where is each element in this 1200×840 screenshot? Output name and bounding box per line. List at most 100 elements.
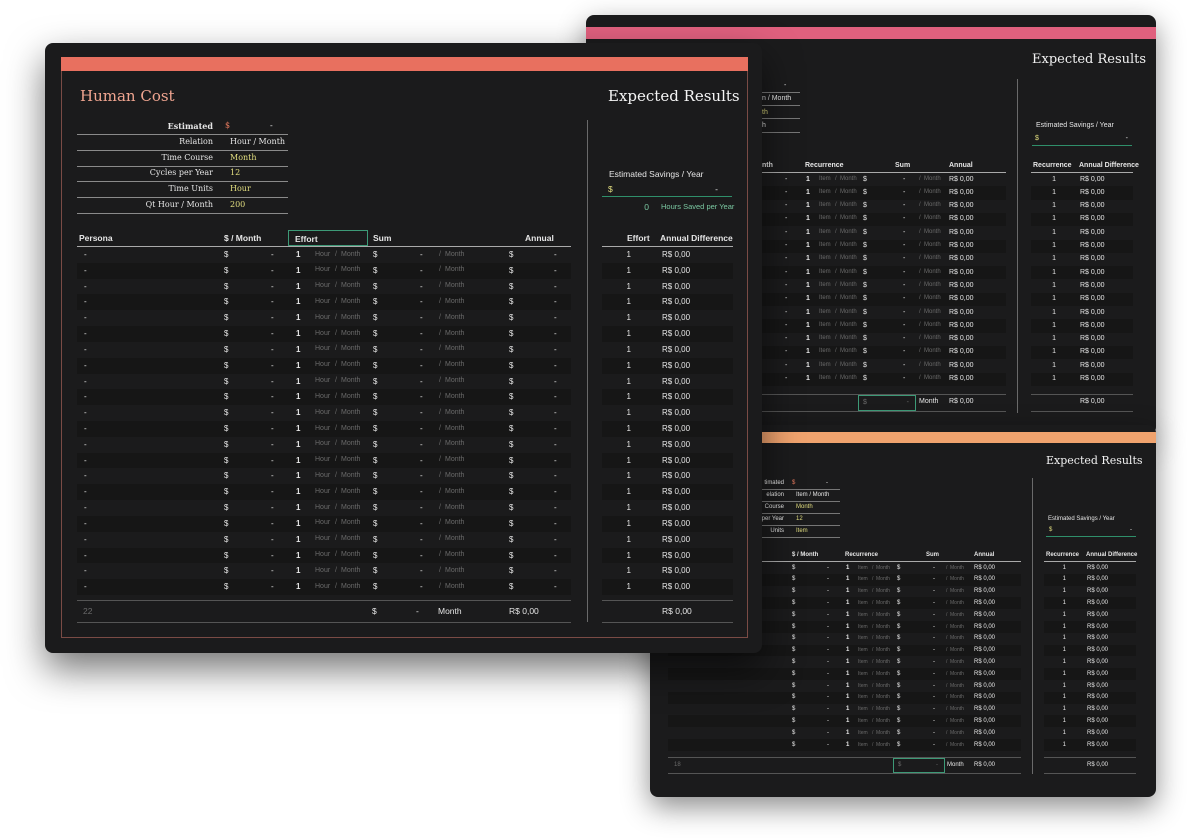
cost-cell[interactable]: -	[827, 683, 829, 689]
param-value[interactable]: Item	[796, 528, 808, 534]
param-value[interactable]: -	[270, 121, 273, 130]
effort-cell[interactable]: 1	[296, 424, 300, 433]
recurrence-cell[interactable]: 1	[806, 176, 810, 183]
effort-cell[interactable]: 1	[296, 471, 300, 480]
effort-cell[interactable]: 1	[296, 377, 300, 386]
cost-cell[interactable]: -	[785, 202, 787, 209]
cost-cell[interactable]: -	[785, 362, 787, 369]
effort-cell[interactable]: 1	[296, 440, 300, 449]
cost-cell[interactable]: -	[271, 566, 274, 575]
persona-cell[interactable]: -	[84, 377, 87, 386]
recurrence-cell[interactable]: 1	[846, 683, 849, 689]
sum-total-input[interactable]: $ -	[893, 758, 945, 773]
effort-cell[interactable]: 1	[296, 297, 300, 306]
recurrence-cell[interactable]: 1	[806, 335, 810, 342]
param-value[interactable]: Hour / Month	[230, 137, 285, 146]
effort-cell[interactable]: 1	[296, 456, 300, 465]
cost-cell[interactable]: -	[271, 503, 274, 512]
recurrence-cell[interactable]: 1	[846, 588, 849, 594]
cost-cell[interactable]: -	[271, 535, 274, 544]
recurrence-cell[interactable]: 1	[846, 671, 849, 677]
persona-cell[interactable]: -	[84, 487, 87, 496]
effort-cell[interactable]: 1	[296, 313, 300, 322]
persona-cell[interactable]: -	[84, 297, 87, 306]
recurrence-cell[interactable]: 1	[806, 295, 810, 302]
cost-cell[interactable]: -	[785, 375, 787, 382]
savings-input[interactable]: $ -	[602, 181, 732, 197]
param-value[interactable]: Hour	[230, 184, 251, 193]
effort-cell[interactable]: 1	[296, 582, 300, 591]
cost-cell[interactable]: -	[271, 329, 274, 338]
persona-cell[interactable]: -	[84, 345, 87, 354]
sum-total-input[interactable]: $ -	[858, 395, 916, 411]
persona-cell[interactable]: -	[84, 535, 87, 544]
persona-cell[interactable]: -	[84, 361, 87, 370]
cost-cell[interactable]: -	[827, 624, 829, 630]
cost-cell[interactable]: -	[827, 588, 829, 594]
recurrence-cell[interactable]: 1	[806, 229, 810, 236]
effort-cell[interactable]: 1	[296, 282, 300, 291]
persona-cell[interactable]: -	[84, 282, 87, 291]
persona-cell[interactable]: -	[84, 266, 87, 275]
effort-cell[interactable]: 1	[296, 535, 300, 544]
persona-cell[interactable]: -	[84, 250, 87, 259]
cost-cell[interactable]: -	[785, 282, 787, 289]
cost-cell[interactable]: -	[827, 576, 829, 582]
cost-cell[interactable]: -	[785, 242, 787, 249]
cost-cell[interactable]: -	[785, 335, 787, 342]
recurrence-cell[interactable]: 1	[846, 706, 849, 712]
param-value[interactable]: Month	[796, 504, 813, 510]
cost-cell[interactable]: -	[785, 176, 787, 183]
cost-cell[interactable]: -	[785, 269, 787, 276]
persona-cell[interactable]: -	[84, 424, 87, 433]
cost-cell[interactable]: -	[271, 297, 274, 306]
cost-cell[interactable]: -	[785, 322, 787, 329]
cost-cell[interactable]: -	[271, 266, 274, 275]
recurrence-cell[interactable]: 1	[846, 635, 849, 641]
effort-cell[interactable]: 1	[296, 250, 300, 259]
cost-cell[interactable]: -	[271, 487, 274, 496]
persona-cell[interactable]: -	[84, 440, 87, 449]
cost-cell[interactable]: -	[271, 519, 274, 528]
param-value[interactable]: 12	[796, 516, 803, 522]
cost-cell[interactable]: -	[827, 565, 829, 571]
cost-cell[interactable]: -	[785, 309, 787, 316]
cost-cell[interactable]: -	[827, 718, 829, 724]
cost-cell[interactable]: -	[271, 392, 274, 401]
cost-cell[interactable]: -	[827, 612, 829, 618]
recurrence-cell[interactable]: 1	[846, 565, 849, 571]
cost-cell[interactable]: -	[271, 361, 274, 370]
persona-cell[interactable]: -	[84, 408, 87, 417]
recurrence-cell[interactable]: 1	[806, 242, 810, 249]
recurrence-cell[interactable]: 1	[846, 718, 849, 724]
cost-cell[interactable]: -	[785, 255, 787, 262]
recurrence-cell[interactable]: 1	[846, 659, 849, 665]
param-value[interactable]: Item / Month	[796, 492, 829, 498]
col-header-effort[interactable]: Effort	[288, 230, 368, 246]
cost-cell[interactable]: -	[271, 377, 274, 386]
cost-cell[interactable]: -	[827, 659, 829, 665]
recurrence-cell[interactable]: 1	[846, 730, 849, 736]
cost-cell[interactable]: -	[785, 348, 787, 355]
persona-cell[interactable]: -	[84, 313, 87, 322]
cost-cell[interactable]: -	[827, 706, 829, 712]
cost-cell[interactable]: -	[785, 215, 787, 222]
recurrence-cell[interactable]: 1	[806, 269, 810, 276]
cost-cell[interactable]: -	[271, 440, 274, 449]
cost-cell[interactable]: -	[271, 282, 274, 291]
effort-cell[interactable]: 1	[296, 408, 300, 417]
recurrence-cell[interactable]: 1	[846, 576, 849, 582]
recurrence-cell[interactable]: 1	[806, 309, 810, 316]
persona-cell[interactable]: -	[84, 392, 87, 401]
recurrence-cell[interactable]: 1	[846, 612, 849, 618]
cost-cell[interactable]: -	[827, 694, 829, 700]
effort-cell[interactable]: 1	[296, 487, 300, 496]
recurrence-cell[interactable]: 1	[806, 348, 810, 355]
persona-cell[interactable]: -	[84, 519, 87, 528]
cost-cell[interactable]: -	[271, 582, 274, 591]
cost-cell[interactable]: -	[827, 742, 829, 748]
cost-cell[interactable]: -	[785, 229, 787, 236]
recurrence-cell[interactable]: 1	[806, 322, 810, 329]
persona-cell[interactable]: -	[84, 503, 87, 512]
recurrence-cell[interactable]: 1	[806, 202, 810, 209]
